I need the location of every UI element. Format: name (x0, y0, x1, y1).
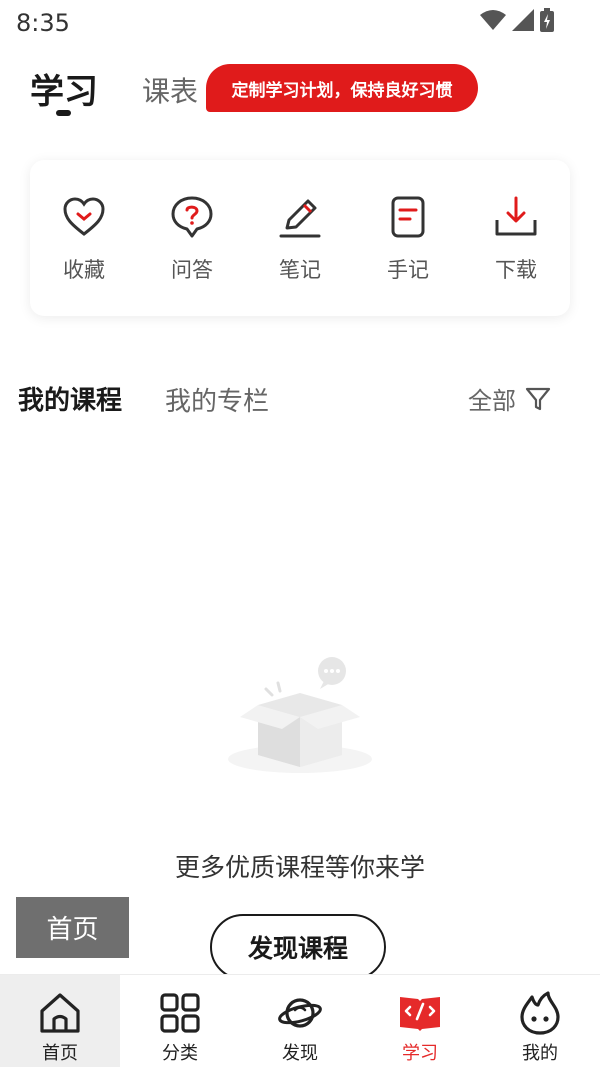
grid-icon (160, 993, 200, 1033)
pencil-icon (279, 199, 321, 238)
nav-category[interactable]: 分类 (120, 975, 240, 1067)
nav-discover[interactable]: 发现 (240, 975, 360, 1067)
tab-learn[interactable]: 学习 (30, 64, 98, 113)
status-icons (480, 8, 554, 32)
tab-schedule[interactable]: 课表 (142, 70, 198, 110)
wifi-icon (480, 10, 506, 30)
home-floating-button[interactable]: 首页 (16, 897, 129, 958)
tab-my-courses[interactable]: 我的课程 (18, 380, 122, 417)
filter-label: 全部 (468, 387, 516, 415)
nav-profile[interactable]: 我的 (480, 975, 600, 1067)
question-bubble-icon (171, 196, 213, 238)
status-bar: 8:35 (0, 0, 600, 48)
qa-label: 问答 (171, 258, 213, 282)
favorites-label: 收藏 (63, 258, 105, 282)
empty-state-text: 更多优质课程等你来学 (174, 853, 425, 882)
nav-category-label: 分类 (162, 1043, 198, 1064)
bottom-nav: 首页 分类 发现 学习 我的 (0, 974, 600, 1067)
planet-icon (278, 998, 322, 1028)
favorites-button[interactable]: 收藏 (30, 160, 138, 316)
nav-home-label: 首页 (42, 1043, 78, 1064)
downloads-label: 下载 (495, 258, 537, 282)
status-time: 8:35 (16, 9, 70, 37)
quick-actions-card: 收藏 问答 笔记 手记 下载 (30, 160, 570, 316)
battery-icon (540, 8, 554, 32)
filter-button[interactable]: 全部 (468, 381, 552, 416)
download-icon (495, 196, 537, 236)
nav-learn-label: 学习 (402, 1043, 438, 1064)
notes-label: 笔记 (279, 258, 321, 282)
heart-icon (63, 197, 105, 236)
journal-label: 手记 (387, 258, 429, 282)
tab-active-indicator (56, 110, 71, 116)
qa-button[interactable]: 问答 (138, 160, 246, 316)
nav-home[interactable]: 首页 (0, 975, 120, 1067)
study-plan-banner[interactable]: 定制学习计划，保持良好习惯 (206, 64, 478, 112)
signal-icon (512, 9, 534, 31)
nav-discover-label: 发现 (282, 1043, 318, 1064)
code-book-icon (400, 997, 440, 1031)
discover-courses-button[interactable]: 发现课程 (210, 914, 386, 980)
document-icon (391, 196, 425, 238)
notes-button[interactable]: 笔记 (246, 160, 354, 316)
tab-my-columns[interactable]: 我的专栏 (165, 381, 269, 418)
flame-face-icon (520, 991, 560, 1035)
downloads-button[interactable]: 下载 (462, 160, 570, 316)
nav-profile-label: 我的 (522, 1043, 558, 1064)
home-icon (40, 993, 80, 1033)
empty-box-illustration (228, 657, 372, 773)
nav-learn[interactable]: 学习 (360, 975, 480, 1067)
journal-button[interactable]: 手记 (354, 160, 462, 316)
funnel-icon (525, 387, 551, 410)
